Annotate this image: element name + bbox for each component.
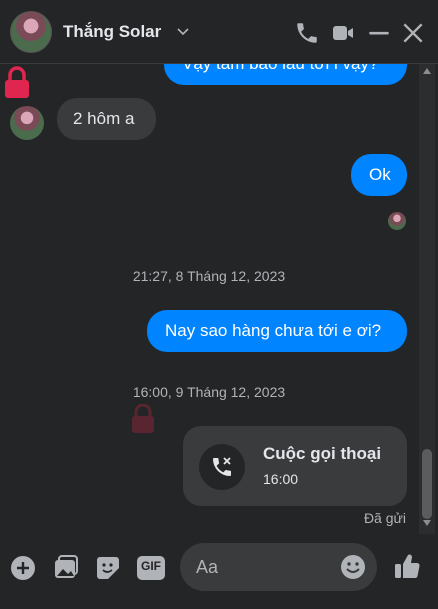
composer: GIF Aa — [0, 534, 438, 609]
message-list[interactable]: Vậy tầm bao lâu tới l vậy? 2 hôm a Ok 21… — [0, 64, 438, 534]
missed-call-icon-wrap — [199, 444, 245, 490]
scroll-down-icon[interactable] — [423, 520, 431, 526]
video-icon[interactable] — [330, 20, 356, 46]
photo-icon[interactable] — [52, 554, 80, 582]
read-receipt-avatar — [388, 212, 406, 230]
scroll-up-icon[interactable] — [423, 68, 431, 74]
contact-avatar[interactable] — [10, 11, 52, 53]
message-bubble-in[interactable]: 2 hôm a — [57, 98, 156, 140]
timestamp: 21:27, 8 Tháng 12, 2023 — [132, 268, 286, 284]
sticker-icon[interactable] — [94, 554, 122, 582]
sent-status: Đã gửi — [363, 510, 406, 526]
gif-label: GIF — [141, 559, 161, 573]
message-input[interactable]: Aa — [180, 543, 377, 591]
contact-name[interactable]: Thắng Solar — [63, 22, 161, 42]
message-input-placeholder: Aa — [196, 557, 219, 577]
call-title: Cuộc gọi thoại — [263, 444, 382, 463]
watermark-lock — [2, 66, 30, 256]
watermark-logo — [130, 403, 156, 439]
add-icon[interactable] — [9, 554, 37, 582]
chevron-down-icon[interactable] — [176, 24, 190, 38]
like-icon[interactable] — [393, 552, 421, 580]
gif-icon[interactable]: GIF — [137, 556, 165, 580]
message-bubble-out[interactable]: Nay sao hàng chưa tới e ơi? — [147, 310, 407, 352]
chat-header: Thắng Solar — [0, 0, 438, 64]
minimize-icon[interactable] — [366, 20, 392, 46]
phone-call-icon — [213, 457, 231, 476]
scrollbar[interactable] — [419, 64, 435, 534]
lock-icon — [5, 66, 29, 98]
message-bubble-out[interactable]: Ok — [351, 154, 407, 196]
call-time: 16:00 — [263, 471, 299, 487]
close-icon[interactable] — [400, 20, 426, 46]
call-card[interactable]: Cuộc gọi thoại 16:00 — [183, 426, 407, 506]
message-bubble-out[interactable]: Vậy tầm bao lâu tới l vậy? — [164, 64, 407, 85]
lock-icon — [132, 403, 154, 433]
scrollbar-thumb[interactable] — [422, 449, 432, 519]
phone-icon[interactable] — [294, 20, 320, 46]
timestamp: 16:00, 9 Tháng 12, 2023 — [132, 384, 286, 400]
emoji-icon[interactable] — [340, 554, 366, 580]
